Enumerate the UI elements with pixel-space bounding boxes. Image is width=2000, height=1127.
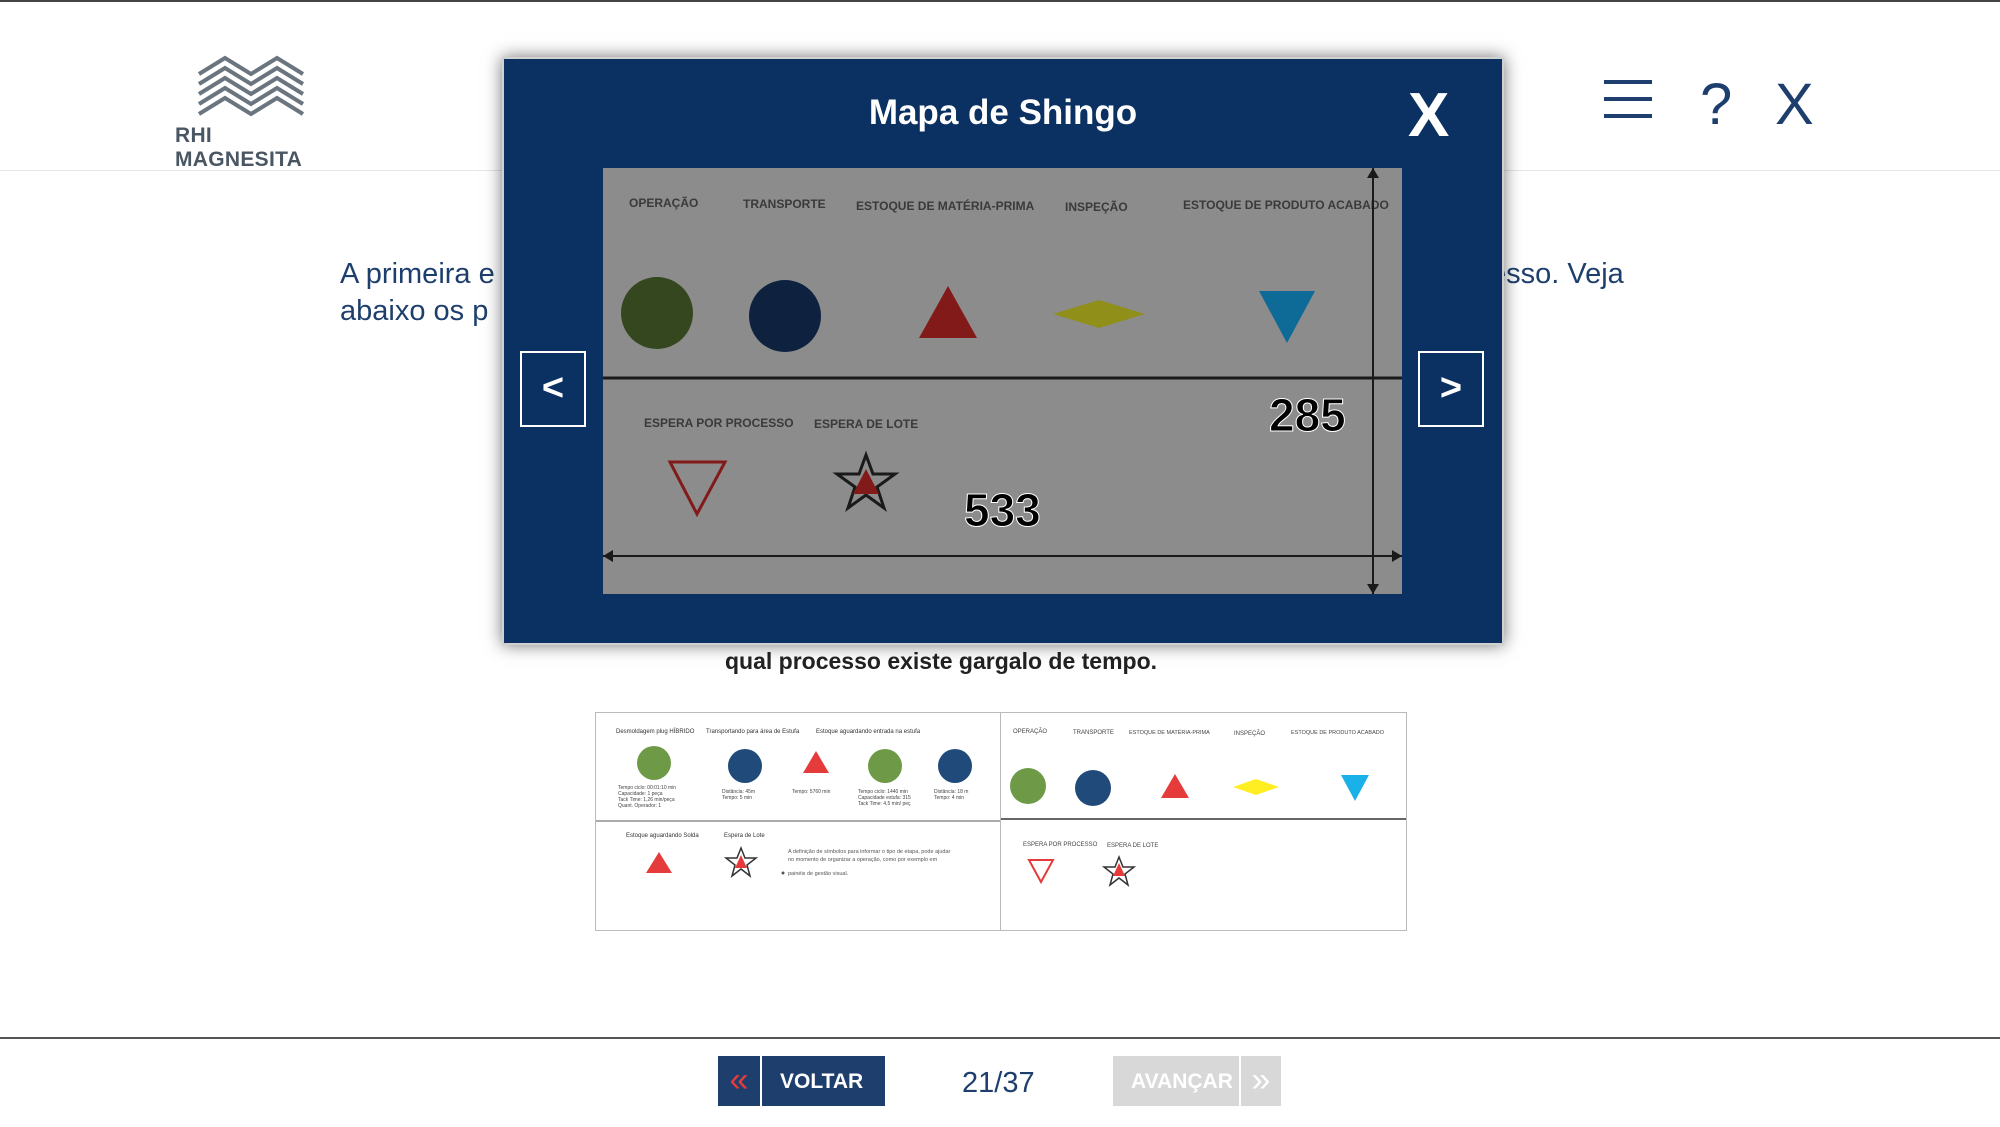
thb-r2-l1: ESPERA POR PROCESSO xyxy=(1023,842,1098,848)
transport-icon xyxy=(728,749,762,783)
thb-l2: TRANSPORTE xyxy=(1073,730,1114,736)
close-course-button[interactable]: X xyxy=(1775,76,1814,134)
thumbnail-process-map[interactable]: Desmoldagem plug HÍBRIDO Transportando p… xyxy=(596,713,1001,930)
logo-mark-icon xyxy=(197,55,305,117)
modal-close-button[interactable]: X xyxy=(1408,85,1449,147)
process-wait-icon xyxy=(1027,859,1055,885)
operation-icon xyxy=(868,749,902,783)
bottom-navigation-bar: « VOLTAR 21/37 AVANÇAR » xyxy=(0,1037,2000,1127)
caption-text: qual processo existe gargalo de tempo. xyxy=(725,648,1158,674)
tha-r2-l1: Estoque aguardando Solda xyxy=(626,833,699,839)
label-operacao: OPERAÇÃO xyxy=(629,195,698,210)
thumbnail-shingo-map[interactable]: OPERAÇÃO TRANSPORTE ESTOQUE DE MATÉRIA-P… xyxy=(1001,713,1406,930)
menu-icon[interactable] xyxy=(1604,80,1652,120)
tha-info1-3: Quant. Operador: 1 xyxy=(618,803,661,809)
thb-l5: ESTOQUE DE PRODUTO ACABADO xyxy=(1291,730,1385,736)
back-button[interactable]: « VOLTAR xyxy=(718,1056,885,1106)
next-chevron-icon: » xyxy=(1239,1056,1281,1106)
label-inspecao: INSPEÇÃO xyxy=(1065,199,1128,214)
tha-r2-l2: Espera de Lote xyxy=(724,833,765,839)
tha-h1: Desmoldagem plug HÍBRIDO xyxy=(616,728,695,735)
tha-info3-0: Tempo: 5760 min xyxy=(792,789,831,795)
operation-icon xyxy=(1010,768,1046,804)
transport-icon xyxy=(1075,770,1111,806)
height-dimension-label: 285 xyxy=(1269,389,1346,441)
transport-icon xyxy=(749,280,821,352)
shingo-map-image: OPERAÇÃO TRANSPORTE ESTOQUE DE MATÉRIA-P… xyxy=(603,168,1402,594)
label-estoque-mp: ESTOQUE DE MATÉRIA-PRIMA xyxy=(856,198,1035,213)
thb-r2-l2: ESPERA DE LOTE xyxy=(1107,843,1158,849)
tha-note-1: no momento de organizar a operação, como… xyxy=(788,857,938,863)
help-button[interactable]: ? xyxy=(1700,76,1732,134)
tha-note-2: painéis de gestão visual. xyxy=(788,871,849,877)
tha-info5-1: Tempo: 4 min xyxy=(934,795,964,801)
back-chevron-icon: « xyxy=(718,1056,762,1106)
tha-note-0: A definição de símbolos para informar o … xyxy=(788,849,951,855)
thb-l1: OPERAÇÃO xyxy=(1013,728,1047,735)
next-image-button[interactable]: > xyxy=(1418,351,1484,427)
intro-text-left-1: A primeira e xyxy=(340,258,495,290)
tha-h2: Transportando para área de Estufa xyxy=(706,729,800,735)
operation-icon xyxy=(621,277,693,349)
width-dimension-label: 533 xyxy=(964,484,1041,536)
previous-image-button[interactable]: < xyxy=(520,351,586,427)
tha-h3: Estoque aguardando entrada na estufa xyxy=(816,729,921,735)
image-lightbox-modal: Mapa de Shingo X < > OPERAÇÃO TRANSPORTE… xyxy=(502,57,1504,645)
slide-thumbnails[interactable]: Desmoldagem plug HÍBRIDO Transportando p… xyxy=(595,712,1407,931)
label-estoque-pa: ESTOQUE DE PRODUTO ACABADO xyxy=(1183,198,1389,212)
operation-icon xyxy=(637,746,671,780)
tha-info4-2: Tack Time: 4,5 min/ peç xyxy=(858,801,911,807)
finished-stock-icon xyxy=(1341,775,1369,801)
intro-text-left-2: abaixo os p xyxy=(340,295,489,327)
raw-material-stock-icon xyxy=(1161,774,1189,798)
logo-text: RHI MAGNESITA xyxy=(175,124,303,171)
label-espera-lote: ESPERA DE LOTE xyxy=(814,417,918,431)
inspection-icon xyxy=(1233,779,1279,795)
transport-icon xyxy=(938,749,972,783)
thb-l4: INSPEÇÃO xyxy=(1234,730,1265,737)
thb-l3: ESTOQUE DE MATÉRIA-PRIMA xyxy=(1129,729,1210,736)
label-transporte: TRANSPORTE xyxy=(743,197,826,211)
tha-info2-1: Tempo: 5 min xyxy=(722,795,752,801)
intro-text-right-1: esso. Veja xyxy=(1490,258,1624,290)
back-button-label: VOLTAR xyxy=(780,1070,864,1093)
stock-triangle-icon xyxy=(803,751,829,773)
next-button-label: AVANÇAR xyxy=(1131,1070,1233,1093)
stock-triangle-icon xyxy=(646,852,672,873)
page-counter: 21/37 xyxy=(962,1067,1035,1099)
modal-title: Mapa de Shingo xyxy=(868,93,1138,132)
brand-logo: RHI MAGNESITA xyxy=(175,54,345,172)
label-espera-processo: ESPERA POR PROCESSO xyxy=(644,416,794,430)
next-button-disabled[interactable]: AVANÇAR » xyxy=(1113,1056,1281,1106)
